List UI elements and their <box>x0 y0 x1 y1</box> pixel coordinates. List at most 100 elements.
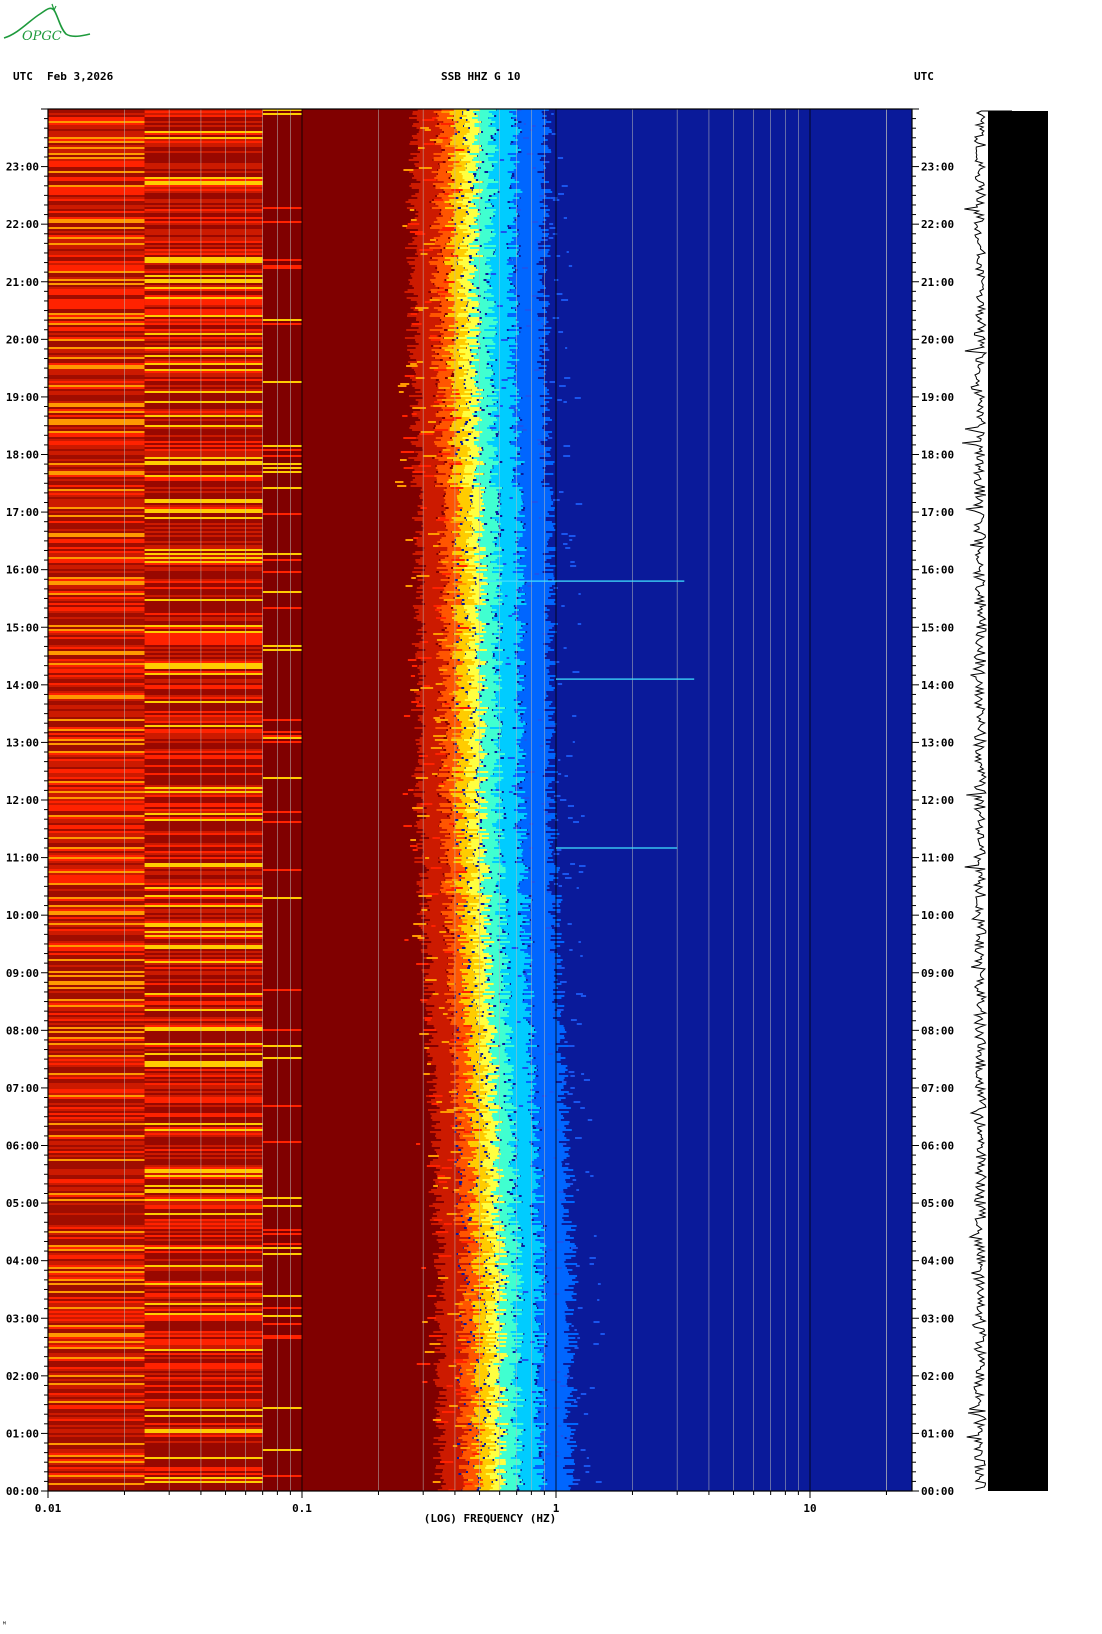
spectrum-cell <box>456 201 469 203</box>
spectrum-cell <box>144 471 263 473</box>
spectrum-cell <box>48 983 145 985</box>
spectrum-cell <box>416 823 441 825</box>
spectrum-cell <box>435 1075 460 1077</box>
spectrum-cell <box>144 879 263 881</box>
spectrum-cell <box>447 441 461 443</box>
spectrum-cell <box>144 667 263 669</box>
spectrum-cell <box>144 1105 263 1107</box>
spectrum-cell <box>441 641 457 643</box>
spectrum-cell <box>144 643 263 645</box>
spectrum-speck <box>531 881 535 883</box>
spectrum-cell <box>144 881 263 883</box>
spectrum-cell <box>462 729 476 731</box>
spectrum-cell <box>262 811 302 813</box>
spectrum-cell <box>478 439 495 441</box>
spectrum-cell <box>48 875 145 877</box>
spectrum-cell <box>483 575 500 577</box>
spectrum-cell <box>515 769 545 771</box>
spectrum-cell <box>48 347 145 349</box>
spectrum-cell <box>535 1071 566 1073</box>
spectrum-cell <box>144 701 263 703</box>
spectrum-cell <box>464 569 477 571</box>
spectrum-cell <box>48 1027 145 1029</box>
spectrum-cell <box>495 839 518 841</box>
spectrum-cell <box>262 319 302 321</box>
spectrum-cell <box>482 819 499 821</box>
spectrum-cell <box>48 575 145 577</box>
spectrum-cell <box>464 193 477 195</box>
spectrum-cell <box>516 317 547 319</box>
spectrum-cell <box>472 1035 486 1037</box>
spectrum-cell <box>467 785 480 787</box>
spectrum-cell <box>460 917 474 919</box>
spectrum-cell <box>447 461 462 463</box>
spectrum-cell <box>417 145 442 147</box>
spectrum-cell <box>467 857 479 859</box>
spectrum-cell <box>427 1021 452 1023</box>
spectrum-cell <box>412 479 437 481</box>
spectrum-cell <box>144 1069 263 1071</box>
spectrum-cell <box>144 997 263 999</box>
spectrum-cell <box>262 649 302 651</box>
spectrum-cell <box>476 467 493 469</box>
spectrum-cell <box>451 411 465 413</box>
spectrum-cell <box>469 903 481 905</box>
spectrum-cell <box>460 535 473 537</box>
spectrum-cell <box>48 855 145 857</box>
spectrum-cell <box>476 753 488 755</box>
spectrum-cell <box>438 697 453 699</box>
spectrum-cell <box>491 809 514 811</box>
spectrum-cell <box>492 113 515 115</box>
spectrum-cell <box>48 541 145 543</box>
spectrum-cell <box>499 431 522 433</box>
spectrum-cell <box>144 209 263 211</box>
spectrum-cell <box>473 527 485 529</box>
spectrum-cell <box>433 237 449 239</box>
spectrum-cell <box>262 207 302 209</box>
spectrum-cell <box>521 151 552 153</box>
spectrum-cell <box>422 521 447 523</box>
spectrum-speck <box>528 847 533 849</box>
spectrum-cell <box>418 781 443 783</box>
spectrum-cell <box>490 1033 508 1035</box>
spectrum-cell <box>519 393 550 395</box>
spectrum-cell <box>424 547 449 549</box>
spectrum-cell <box>451 945 466 947</box>
spectrum-cell <box>487 523 504 525</box>
spectrum-cell <box>514 375 545 377</box>
spectrum-cell <box>482 419 499 421</box>
spectrum-cell <box>416 913 441 915</box>
spectrum-cell <box>476 905 489 907</box>
spectrum-cell <box>417 751 441 753</box>
spectrum-cell <box>469 591 481 593</box>
spectrum-cell <box>461 725 474 727</box>
spectrum-cell <box>48 771 145 773</box>
spectrum-cell <box>462 555 475 557</box>
spectrum-cell <box>479 937 491 939</box>
spectrum-cell <box>503 603 527 605</box>
spectrum-cell <box>262 645 302 647</box>
spectrum-cell <box>48 399 145 401</box>
spectrum-cell <box>144 297 263 299</box>
spectrum-cell <box>144 619 263 621</box>
spectrum-cell <box>48 185 145 187</box>
spectrum-cell <box>472 515 484 517</box>
spectrum-cell <box>409 185 434 187</box>
spectrum-cell <box>420 557 444 559</box>
spectrum-cell <box>435 427 450 429</box>
spectrum-speck <box>436 291 449 293</box>
spectrum-cell <box>144 281 263 283</box>
spectrum-cell <box>144 259 263 261</box>
spectrum-cell <box>444 713 460 715</box>
spectrum-cell <box>492 429 515 431</box>
spectrum-cell <box>411 187 436 189</box>
spectrum-cell <box>431 171 446 173</box>
spectrum-cell <box>531 997 562 999</box>
spectrum-cell <box>470 677 483 679</box>
spectrum-cell <box>467 453 480 455</box>
spectrum-cell <box>468 885 480 887</box>
spectrum-cell <box>479 249 496 251</box>
spectrum-cell <box>439 381 455 383</box>
spectrum-cell <box>410 425 435 427</box>
spectrum-cell <box>493 353 517 355</box>
